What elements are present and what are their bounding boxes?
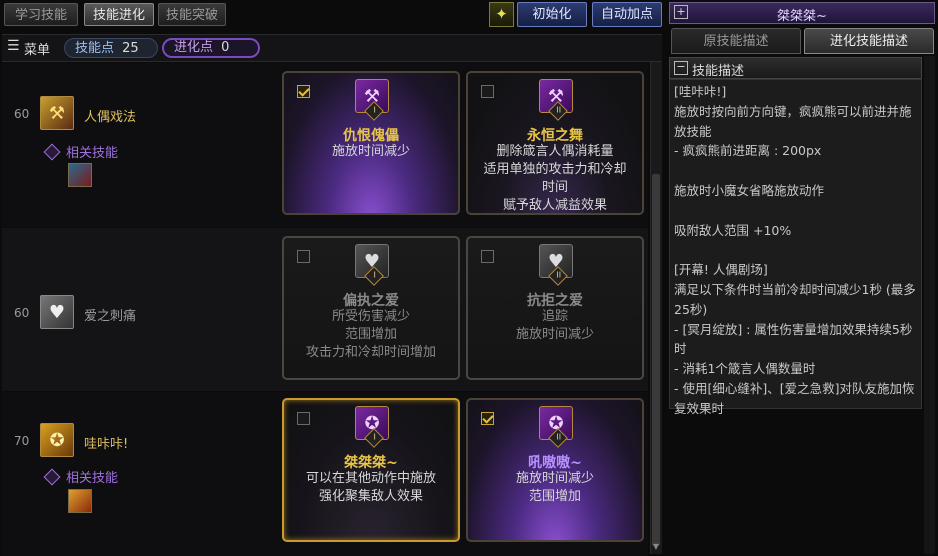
right-panel-title: 桀桀桀~: [777, 9, 827, 24]
skill-level: 60: [14, 107, 30, 121]
skill-row: 70 ✪ 哇咔咔! 相关技能 ✪ I 桀桀桀~ 可以在其他动作中施放 强化聚集敌人效…: [2, 392, 648, 556]
card-desc: 追踪 施放时间减少: [515, 309, 594, 342]
select-checkbox[interactable]: [481, 250, 494, 263]
tab-skill-breakthrough[interactable]: 技能突破: [158, 3, 226, 26]
evolution-card[interactable]: ✪ I 桀桀桀~ 可以在其他动作中施放 强化聚集敌人效果: [282, 398, 460, 542]
desc-line: - [冥月绽放] : 属性伤害量增加效果持续5秒时: [674, 321, 913, 357]
desc-line: - 消耗1个箴言人偶数量时: [674, 361, 816, 377]
evolution-points-value: 0: [221, 40, 230, 55]
description-section-header[interactable]: − 技能描述: [669, 57, 922, 79]
skill-points-value: 25: [122, 41, 139, 56]
evolution-points-badge: 进化点 0: [162, 38, 260, 58]
menu-bar: ☰ 菜单 技能点 25 进化点 0: [2, 34, 662, 62]
bear-icon: ✪ II: [539, 406, 573, 448]
puppet-trick-icon[interactable]: ⚒: [40, 96, 74, 130]
menu-label[interactable]: 菜单: [24, 39, 50, 58]
initialize-button[interactable]: 初始化: [517, 2, 587, 27]
desc-line: 满足以下条件时当前冷却时间减少1秒 (最多25秒): [674, 281, 916, 317]
skill-name: 人偶戏法: [84, 110, 137, 125]
card-desc: 施放时间减少 范围增加: [515, 471, 594, 504]
heart-icon[interactable]: ♥: [40, 295, 74, 329]
heart-icon: ♥ II: [539, 244, 573, 286]
right-panel-header: + 桀桀桀~: [669, 2, 935, 24]
card-desc: 施放时间减少: [331, 144, 410, 159]
select-checkbox[interactable]: [297, 250, 310, 263]
recommend-icon-button[interactable]: ✦: [489, 2, 514, 27]
card-title: 仇恨傀儡: [343, 128, 399, 144]
desc-line: - 疯疯熊前进距离 : 200px: [674, 143, 822, 159]
skill-row: 60 ♥ 爱之刺痛 ♥ I 偏执之爱 所受伤害减少 范围增加 攻击力和冷却时间增加 ♥…: [2, 228, 648, 391]
related-skill-icon[interactable]: [68, 489, 92, 513]
card-title: 偏执之爱: [343, 293, 399, 309]
skill-row: 60 ⚒ 人偶戏法 相关技能 ⚒ I 仇恨傀儡 施放时间减少 ⚒ II 永恒之舞 删…: [2, 63, 648, 227]
desc-line: [674, 240, 917, 260]
desc-line: [674, 161, 917, 181]
desc-line: 施放时按向前方向键，疯疯熊可以前进并施放技能: [674, 103, 912, 139]
desc-line: 吸附敌人范围 +10%: [674, 222, 792, 238]
hammer-icon: ⚒ II: [539, 79, 573, 121]
desc-line: - 使用[细心缝补]、[爱之急救]对队友施加恢复效果时: [674, 380, 915, 416]
scrollbar-thumb[interactable]: [652, 174, 660, 546]
evolution-card[interactable]: ⚒ II 永恒之舞 删除箴言人偶消耗量 适用单独的攻击力和冷却 时间 赋予敌人减益效果: [466, 71, 644, 215]
evolution-card[interactable]: ♥ I 偏执之爱 所受伤害减少 范围增加 攻击力和冷却时间增加: [282, 236, 460, 380]
menu-icon[interactable]: ☰: [7, 38, 20, 54]
evolution-card[interactable]: ⚒ I 仇恨傀儡 施放时间减少: [282, 71, 460, 215]
bear-icon[interactable]: ✪: [40, 423, 74, 457]
skill-level: 60: [14, 306, 30, 320]
tab-skill-evolution[interactable]: 技能进化: [84, 3, 154, 26]
card-desc: 删除箴言人偶消耗量 适用单独的攻击力和冷却 时间 赋予敌人减益效果: [483, 144, 627, 213]
card-desc: 所受伤害减少 范围增加 攻击力和冷却时间增加: [305, 309, 436, 360]
select-checkbox[interactable]: [297, 412, 310, 425]
select-checkbox[interactable]: [297, 85, 310, 98]
list-scrollbar[interactable]: ▼: [650, 62, 662, 554]
card-title: 抗拒之爱: [527, 293, 583, 309]
bear-icon: ✪ I: [355, 406, 389, 448]
desc-line: 施放时小魔女省略施放动作: [674, 182, 825, 198]
auto-assign-button[interactable]: 自动加点: [592, 2, 662, 27]
skill-points-label: 技能点: [75, 41, 115, 56]
skill-level: 70: [14, 434, 30, 448]
skill-description-text: [哇咔咔!] 施放时按向前方向键，疯疯熊可以前进并施放技能 - 疯疯熊前进距离 …: [669, 79, 922, 416]
tab-learn-skill[interactable]: 学习技能: [4, 3, 78, 26]
desc-line: [开幕! 人偶剧场]: [674, 262, 768, 278]
card-title: 吼嗷嗷~: [528, 455, 582, 471]
related-skill-icon[interactable]: [68, 163, 92, 187]
card-title: 桀桀桀~: [344, 455, 398, 471]
related-diamond-icon: [43, 143, 61, 161]
evolution-card[interactable]: ♥ II 抗拒之爱 追踪 施放时间减少: [466, 236, 644, 380]
desc-line: [哇咔咔!]: [674, 84, 727, 99]
heart-icon: ♥ I: [355, 244, 389, 286]
select-checkbox[interactable]: [481, 85, 494, 98]
tab-evolved-description[interactable]: 进化技能描述: [804, 28, 934, 54]
card-desc: 可以在其他动作中施放 强化聚集敌人效果: [305, 471, 436, 504]
related-skills-link[interactable]: 相关技能: [66, 142, 118, 161]
scroll-down-icon[interactable]: ▼: [651, 542, 661, 552]
collapse-icon[interactable]: −: [674, 61, 688, 75]
related-skills-link[interactable]: 相关技能: [66, 467, 118, 486]
evolution-points-label: 进化点: [174, 40, 214, 55]
section-title: 技能描述: [692, 64, 745, 79]
tab-original-description[interactable]: 原技能描述: [671, 28, 801, 54]
description-scrollbar[interactable]: [924, 56, 935, 554]
select-checkbox[interactable]: [481, 412, 494, 425]
hammer-icon: ⚒ I: [355, 79, 389, 121]
related-diamond-icon: [43, 468, 61, 486]
skill-points-badge: 技能点 25: [64, 38, 158, 58]
evolution-card[interactable]: ✪ II 吼嗷嗷~ 施放时间减少 范围增加: [466, 398, 644, 542]
card-title: 永恒之舞: [527, 128, 583, 144]
desc-line: [674, 201, 917, 221]
skill-name: 爱之刺痛: [84, 309, 137, 324]
sparkle-icon: ✦: [495, 5, 508, 23]
skill-name: 哇咔咔!: [84, 437, 129, 452]
